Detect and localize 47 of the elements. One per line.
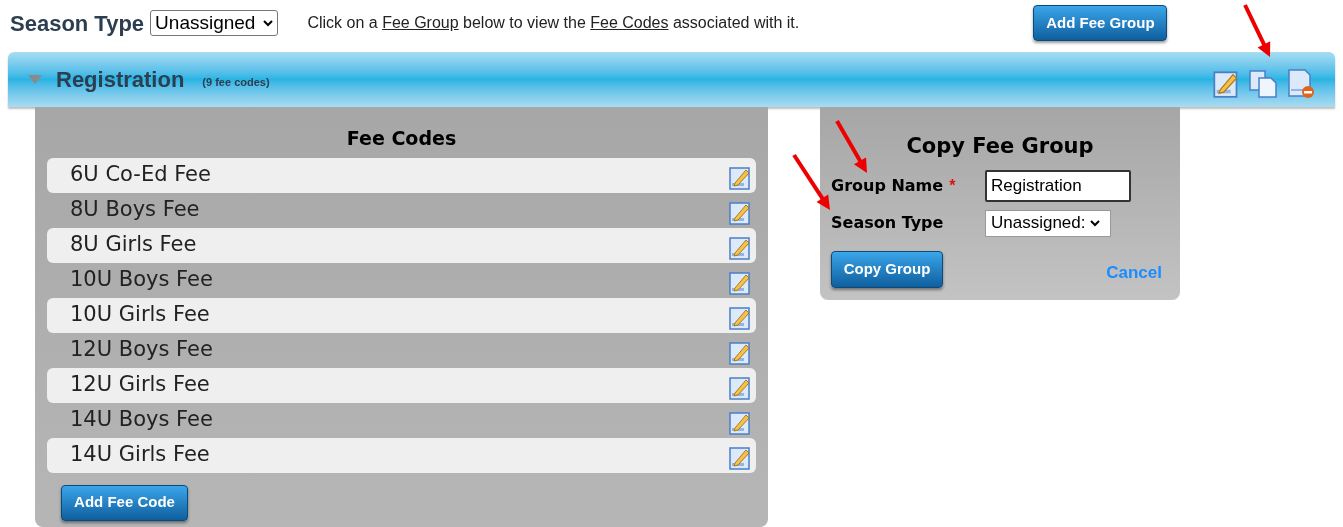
edit-icon[interactable] — [729, 410, 751, 435]
annotation-arrow — [835, 120, 867, 173]
dropdown-caret-icon — [263, 19, 274, 27]
edit-icon[interactable] — [729, 305, 751, 330]
fee-code-count: (9 fee codes) — [202, 75, 270, 91]
season-type-select[interactable]: Unassigned — [150, 10, 279, 36]
inline-link[interactable]: Fee Group — [382, 14, 459, 31]
fee-code-row[interactable]: 10U Girls Fee — [47, 297, 756, 333]
copy-icon[interactable] — [1249, 69, 1277, 98]
add-fee-code-button[interactable]: Add Fee Code — [61, 484, 188, 521]
dropdown-caret-icon — [1089, 219, 1100, 227]
edit-icon[interactable] — [1213, 69, 1239, 98]
group-name: Registration — [56, 66, 185, 94]
edit-icon[interactable] — [729, 200, 751, 225]
fee-code-row[interactable]: 8U Girls Fee — [47, 227, 756, 263]
edit-icon[interactable] — [729, 445, 751, 470]
instruction-text: below to view the — [462, 14, 587, 31]
annotation-arrow — [792, 153, 830, 210]
fee-code-row[interactable]: 14U Girls Fee — [47, 437, 756, 473]
inline-link[interactable]: Fee Codes — [590, 14, 669, 31]
panel-title: Fee Codes — [346, 127, 457, 149]
annotation-arrow — [1243, 4, 1271, 57]
edit-icon[interactable] — [729, 165, 751, 190]
group-name-label: Group Name — [831, 174, 944, 197]
fee-code-row[interactable]: 12U Boys Fee — [47, 332, 756, 368]
fee-code-row[interactable]: 6U Co-Ed Fee — [47, 157, 756, 193]
delete-document-icon[interactable] — [1287, 68, 1315, 99]
edit-icon[interactable] — [729, 270, 751, 295]
fee-group-header[interactable]: Registration (9 fee codes) — [8, 52, 1335, 107]
fee-code-row[interactable]: 10U Boys Fee — [47, 262, 756, 298]
fee-code-row[interactable]: 12U Girls Fee — [47, 367, 756, 403]
instruction-text: Click on a — [307, 14, 379, 31]
edit-icon[interactable] — [729, 375, 751, 400]
season-type-label: Season Type — [10, 9, 145, 38]
copy-group-button[interactable]: Copy Group — [831, 250, 943, 288]
edit-icon[interactable] — [729, 235, 751, 260]
group-name-input[interactable]: Registration — [985, 169, 1131, 202]
add-fee-group-button[interactable]: Add Fee Group — [1033, 5, 1168, 41]
edit-icon[interactable] — [729, 340, 751, 365]
collapse-triangle-icon[interactable] — [28, 74, 42, 85]
fee-code-row[interactable]: 8U Boys Fee — [47, 192, 756, 228]
required-mark: * — [949, 175, 956, 196]
fee-code-row[interactable]: 14U Boys Fee — [47, 402, 756, 438]
season-type-label: Season Type — [831, 213, 944, 232]
panel-title: Copy Fee Group — [906, 134, 1094, 158]
instruction-text: associated with it. — [671, 14, 800, 31]
season-type-select[interactable]: Unassigned: — [985, 209, 1111, 237]
